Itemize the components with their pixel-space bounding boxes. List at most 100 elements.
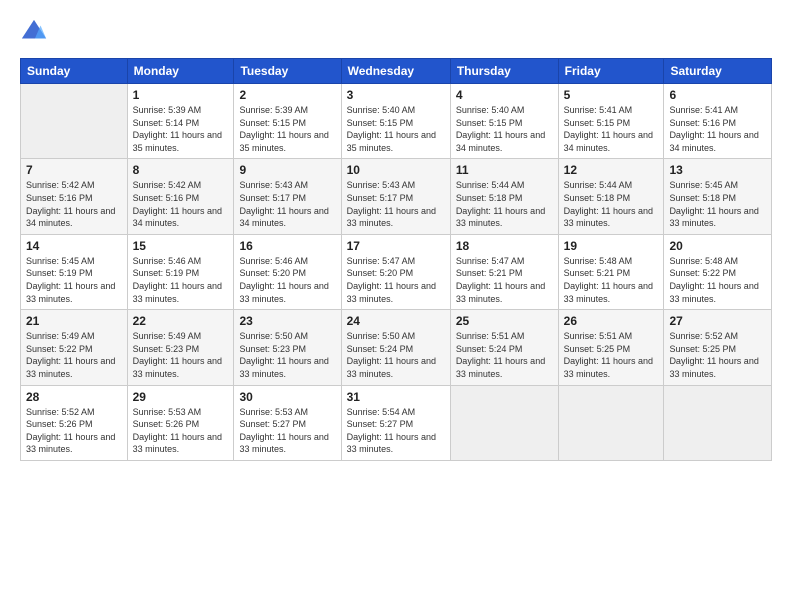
day-number: 3 xyxy=(347,88,445,102)
cell-info: Sunrise: 5:47 AMSunset: 5:20 PMDaylight:… xyxy=(347,255,445,305)
calendar-cell: 9 Sunrise: 5:43 AMSunset: 5:17 PMDaylight… xyxy=(234,159,341,234)
day-number: 6 xyxy=(669,88,766,102)
day-number: 5 xyxy=(564,88,659,102)
cell-info: Sunrise: 5:49 AMSunset: 5:22 PMDaylight:… xyxy=(26,330,122,380)
calendar-cell: 1Sunrise: 5:39 AMSunset: 5:14 PMDaylight… xyxy=(127,84,234,159)
day-number: 4 xyxy=(456,88,553,102)
cell-info: Sunrise: 5:44 AMSunset: 5:18 PMDaylight:… xyxy=(564,179,659,229)
calendar-cell: 4 Sunrise: 5:40 AMSunset: 5:15 PMDaylight… xyxy=(450,84,558,159)
day-number: 15 xyxy=(133,239,229,253)
weekday-header-row: SundayMondayTuesdayWednesdayThursdayFrid… xyxy=(21,59,772,84)
cell-info: Sunrise: 5:45 AMSunset: 5:18 PMDaylight:… xyxy=(669,179,766,229)
day-number: 10 xyxy=(347,163,445,177)
calendar-cell: 22Sunrise: 5:49 AMSunset: 5:23 PMDayligh… xyxy=(127,310,234,385)
day-number: 14 xyxy=(26,239,122,253)
cell-info: Sunrise: 5:53 AMSunset: 5:27 PMDaylight:… xyxy=(239,406,335,456)
calendar-cell: 23 Sunrise: 5:50 AMSunset: 5:23 PMDayligh… xyxy=(234,310,341,385)
day-number: 28 xyxy=(26,390,122,404)
cell-info: Sunrise: 5:51 AMSunset: 5:24 PMDaylight:… xyxy=(456,330,553,380)
cell-info: Sunrise: 5:45 AMSunset: 5:19 PMDaylight:… xyxy=(26,255,122,305)
day-number: 29 xyxy=(133,390,229,404)
week-row-0: 1Sunrise: 5:39 AMSunset: 5:14 PMDaylight… xyxy=(21,84,772,159)
calendar-cell: 26 Sunrise: 5:51 AMSunset: 5:25 PMDayligh… xyxy=(558,310,664,385)
cell-info: Sunrise: 5:47 AMSunset: 5:21 PMDaylight:… xyxy=(456,255,553,305)
cell-info: Sunrise: 5:41 AMSunset: 5:16 PMDaylight:… xyxy=(669,104,766,154)
cell-info: Sunrise: 5:46 AMSunset: 5:19 PMDaylight:… xyxy=(133,255,229,305)
day-number: 2 xyxy=(239,88,335,102)
calendar-cell: 8 Sunrise: 5:42 AMSunset: 5:16 PMDaylight… xyxy=(127,159,234,234)
cell-info: Sunrise: 5:40 AMSunset: 5:15 PMDaylight:… xyxy=(456,104,553,154)
cell-info: Sunrise: 5:42 AMSunset: 5:16 PMDaylight:… xyxy=(133,179,229,229)
day-number: 27 xyxy=(669,314,766,328)
calendar-cell: 14 Sunrise: 5:45 AMSunset: 5:19 PMDayligh… xyxy=(21,234,128,309)
cell-info: Sunrise: 5:52 AMSunset: 5:26 PMDaylight:… xyxy=(26,406,122,456)
calendar-cell: 2 Sunrise: 5:39 AMSunset: 5:15 PMDaylight… xyxy=(234,84,341,159)
cell-info: Sunrise: 5:54 AMSunset: 5:27 PMDaylight:… xyxy=(347,406,445,456)
day-number: 20 xyxy=(669,239,766,253)
calendar-cell xyxy=(21,84,128,159)
calendar-cell: 12 Sunrise: 5:44 AMSunset: 5:18 PMDayligh… xyxy=(558,159,664,234)
cell-info: Sunrise: 5:42 AMSunset: 5:16 PMDaylight:… xyxy=(26,179,122,229)
day-number: 8 xyxy=(133,163,229,177)
calendar-cell xyxy=(450,385,558,460)
page: SundayMondayTuesdayWednesdayThursdayFrid… xyxy=(0,0,792,612)
day-number: 24 xyxy=(347,314,445,328)
cell-info: Sunrise: 5:41 AMSunset: 5:15 PMDaylight:… xyxy=(564,104,659,154)
cell-info: Sunrise: 5:46 AMSunset: 5:20 PMDaylight:… xyxy=(239,255,335,305)
cell-info: Sunrise: 5:49 AMSunset: 5:23 PMDaylight:… xyxy=(133,330,229,380)
calendar-cell: 25Sunrise: 5:51 AMSunset: 5:24 PMDayligh… xyxy=(450,310,558,385)
week-row-4: 28 Sunrise: 5:52 AMSunset: 5:26 PMDayligh… xyxy=(21,385,772,460)
calendar-cell: 5 Sunrise: 5:41 AMSunset: 5:15 PMDaylight… xyxy=(558,84,664,159)
calendar-cell xyxy=(558,385,664,460)
cell-info: Sunrise: 5:44 AMSunset: 5:18 PMDaylight:… xyxy=(456,179,553,229)
weekday-header-friday: Friday xyxy=(558,59,664,84)
day-number: 19 xyxy=(564,239,659,253)
calendar-cell: 17Sunrise: 5:47 AMSunset: 5:20 PMDayligh… xyxy=(341,234,450,309)
weekday-header-wednesday: Wednesday xyxy=(341,59,450,84)
calendar-cell: 7 Sunrise: 5:42 AMSunset: 5:16 PMDaylight… xyxy=(21,159,128,234)
cell-info: Sunrise: 5:39 AMSunset: 5:15 PMDaylight:… xyxy=(239,104,335,154)
day-number: 30 xyxy=(239,390,335,404)
cell-info: Sunrise: 5:39 AMSunset: 5:14 PMDaylight:… xyxy=(133,104,229,154)
cell-info: Sunrise: 5:48 AMSunset: 5:22 PMDaylight:… xyxy=(669,255,766,305)
calendar: SundayMondayTuesdayWednesdayThursdayFrid… xyxy=(20,58,772,461)
calendar-cell: 21 Sunrise: 5:49 AMSunset: 5:22 PMDayligh… xyxy=(21,310,128,385)
calendar-cell: 20 Sunrise: 5:48 AMSunset: 5:22 PMDayligh… xyxy=(664,234,772,309)
weekday-header-sunday: Sunday xyxy=(21,59,128,84)
day-number: 9 xyxy=(239,163,335,177)
calendar-cell: 11Sunrise: 5:44 AMSunset: 5:18 PMDayligh… xyxy=(450,159,558,234)
day-number: 23 xyxy=(239,314,335,328)
cell-info: Sunrise: 5:43 AMSunset: 5:17 PMDaylight:… xyxy=(239,179,335,229)
calendar-cell: 3 Sunrise: 5:40 AMSunset: 5:15 PMDaylight… xyxy=(341,84,450,159)
cell-info: Sunrise: 5:51 AMSunset: 5:25 PMDaylight:… xyxy=(564,330,659,380)
calendar-cell: 18 Sunrise: 5:47 AMSunset: 5:21 PMDayligh… xyxy=(450,234,558,309)
cell-info: Sunrise: 5:43 AMSunset: 5:17 PMDaylight:… xyxy=(347,179,445,229)
calendar-cell: 16 Sunrise: 5:46 AMSunset: 5:20 PMDayligh… xyxy=(234,234,341,309)
day-number: 21 xyxy=(26,314,122,328)
day-number: 26 xyxy=(564,314,659,328)
week-row-2: 14 Sunrise: 5:45 AMSunset: 5:19 PMDayligh… xyxy=(21,234,772,309)
week-row-1: 7 Sunrise: 5:42 AMSunset: 5:16 PMDaylight… xyxy=(21,159,772,234)
calendar-cell: 30 Sunrise: 5:53 AMSunset: 5:27 PMDayligh… xyxy=(234,385,341,460)
day-number: 13 xyxy=(669,163,766,177)
calendar-cell: 10 Sunrise: 5:43 AMSunset: 5:17 PMDayligh… xyxy=(341,159,450,234)
calendar-cell: 31 Sunrise: 5:54 AMSunset: 5:27 PMDayligh… xyxy=(341,385,450,460)
day-number: 16 xyxy=(239,239,335,253)
cell-info: Sunrise: 5:50 AMSunset: 5:24 PMDaylight:… xyxy=(347,330,445,380)
cell-info: Sunrise: 5:52 AMSunset: 5:25 PMDaylight:… xyxy=(669,330,766,380)
day-number: 31 xyxy=(347,390,445,404)
weekday-header-monday: Monday xyxy=(127,59,234,84)
logo-icon xyxy=(20,18,48,46)
day-number: 7 xyxy=(26,163,122,177)
cell-info: Sunrise: 5:50 AMSunset: 5:23 PMDaylight:… xyxy=(239,330,335,380)
header xyxy=(20,18,772,46)
day-number: 12 xyxy=(564,163,659,177)
day-number: 18 xyxy=(456,239,553,253)
cell-info: Sunrise: 5:40 AMSunset: 5:15 PMDaylight:… xyxy=(347,104,445,154)
logo xyxy=(20,18,52,46)
weekday-header-thursday: Thursday xyxy=(450,59,558,84)
calendar-cell xyxy=(664,385,772,460)
calendar-cell: 19Sunrise: 5:48 AMSunset: 5:21 PMDayligh… xyxy=(558,234,664,309)
calendar-cell: 29Sunrise: 5:53 AMSunset: 5:26 PMDayligh… xyxy=(127,385,234,460)
weekday-header-tuesday: Tuesday xyxy=(234,59,341,84)
